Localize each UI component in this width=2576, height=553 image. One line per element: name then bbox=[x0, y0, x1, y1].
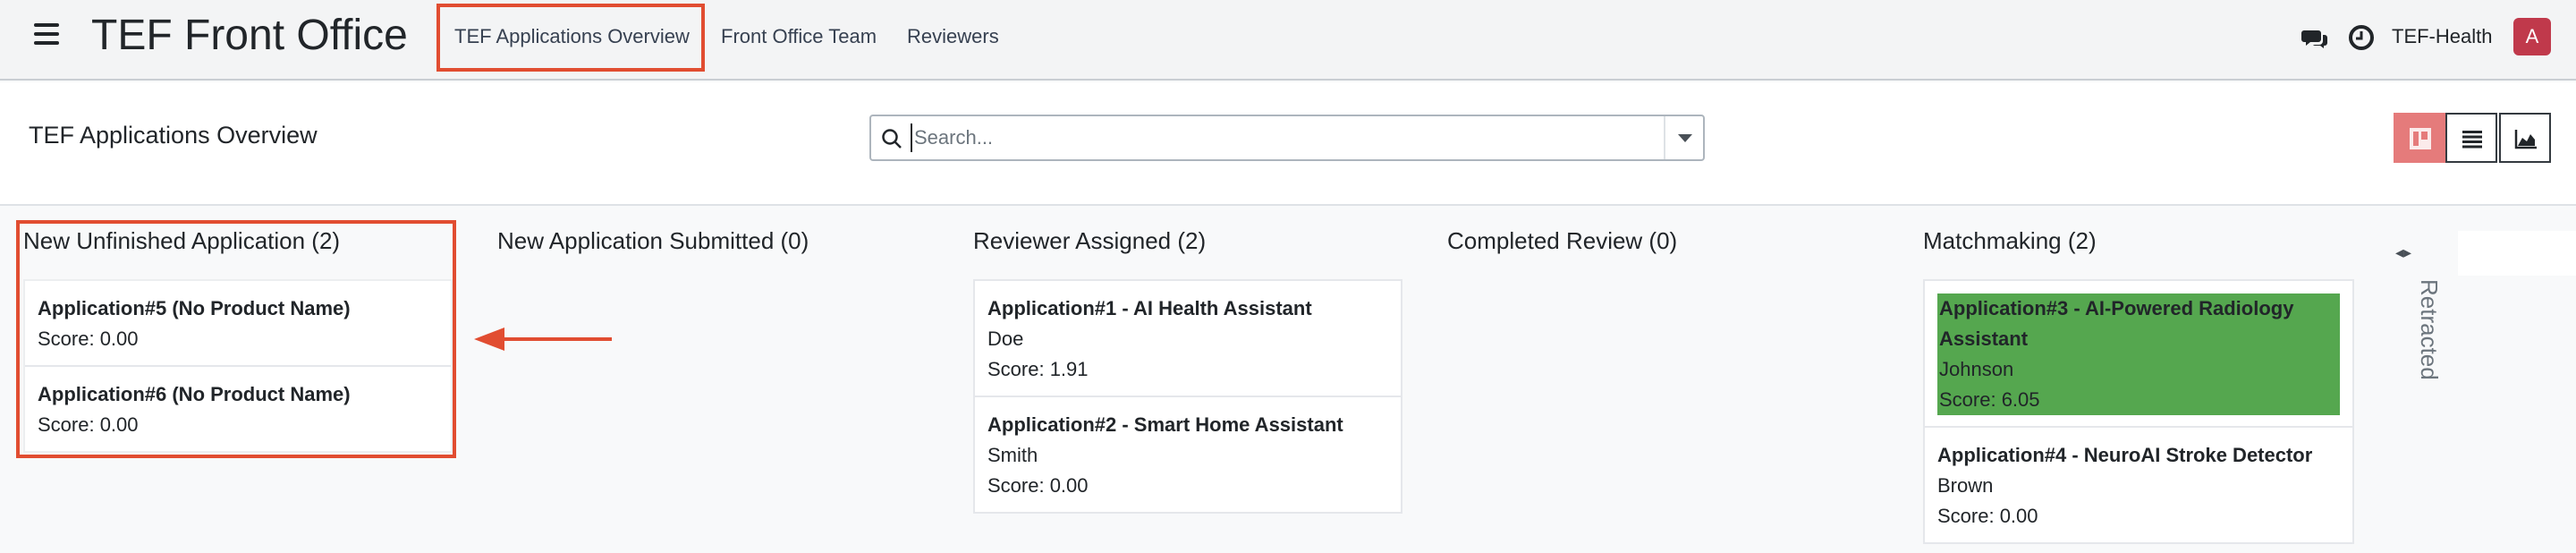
kanban-card-highlighted[interactable]: Application#3 - AI-Powered Radiology Ass… bbox=[1925, 281, 2352, 428]
kanban-card[interactable]: Application#1 - AI Health Assistant Doe … bbox=[975, 281, 1401, 397]
card-score: Score: 6.05 bbox=[1939, 388, 2040, 411]
card-highlight-background: Application#3 - AI-Powered Radiology Ass… bbox=[1937, 294, 2340, 415]
card-score: Score: 0.00 bbox=[1937, 505, 2038, 527]
card-score: Score: 1.91 bbox=[987, 358, 1089, 380]
card-list: Application#3 - AI-Powered Radiology Ass… bbox=[1923, 279, 2354, 544]
clock-icon[interactable] bbox=[2347, 23, 2376, 52]
card-reviewer: Brown bbox=[1937, 474, 1994, 497]
page-title: TEF Applications Overview bbox=[29, 122, 318, 149]
annotation-highlight-box-nav bbox=[436, 4, 705, 72]
column-header[interactable]: New Application Submitted (0) bbox=[497, 227, 809, 255]
annotation-arrow-icon bbox=[474, 328, 612, 351]
card-title: Application#4 - NeuroAI Stroke Detector bbox=[1937, 444, 2313, 466]
search-box bbox=[869, 115, 1705, 161]
expand-column-icon[interactable]: ◂▸ bbox=[2395, 243, 2411, 262]
list-icon bbox=[2462, 131, 2482, 149]
control-panel: TEF Applications Overview bbox=[0, 82, 2576, 206]
search-options-dropdown[interactable] bbox=[1664, 116, 1703, 159]
card-reviewer: Doe bbox=[987, 328, 1024, 350]
company-name[interactable]: TEF-Health bbox=[2392, 25, 2492, 48]
area-chart-icon bbox=[2514, 130, 2537, 149]
menu-icon[interactable] bbox=[34, 23, 59, 45]
card-title: Application#3 - AI-Powered Radiology Ass… bbox=[1939, 297, 2294, 350]
kanban-view-button[interactable] bbox=[2394, 113, 2445, 163]
nav-item-front-office-team[interactable]: Front Office Team bbox=[721, 25, 877, 48]
chat-icon[interactable] bbox=[2301, 23, 2329, 52]
annotation-highlight-box-column bbox=[16, 220, 456, 458]
column-header[interactable]: Completed Review (0) bbox=[1447, 227, 1677, 255]
top-navbar: TEF Front Office TEF Applications Overvi… bbox=[0, 0, 2576, 81]
graph-view-button[interactable] bbox=[2499, 113, 2551, 163]
avatar[interactable]: A bbox=[2513, 18, 2551, 55]
nav-item-reviewers[interactable]: Reviewers bbox=[907, 25, 999, 48]
search-icon bbox=[880, 127, 903, 150]
card-reviewer: Johnson bbox=[1939, 358, 2014, 380]
kanban-next-column-stub bbox=[2458, 231, 2576, 276]
column-header[interactable]: Matchmaking (2) bbox=[1923, 227, 2097, 255]
card-title: Application#1 - AI Health Assistant bbox=[987, 297, 1312, 319]
search-input[interactable] bbox=[911, 123, 1626, 152]
app-title: TEF Front Office bbox=[91, 12, 408, 59]
card-title: Application#2 - Smart Home Assistant bbox=[987, 413, 1343, 436]
kanban-column-retracted-folded[interactable]: Retracted bbox=[2415, 279, 2443, 380]
list-view-button[interactable] bbox=[2445, 113, 2497, 163]
card-list: Application#1 - AI Health Assistant Doe … bbox=[973, 279, 1402, 514]
kanban-icon bbox=[2410, 128, 2431, 149]
column-header[interactable]: Reviewer Assigned (2) bbox=[973, 227, 1206, 255]
card-reviewer: Smith bbox=[987, 444, 1038, 466]
kanban-card[interactable]: Application#4 - NeuroAI Stroke Detector … bbox=[1925, 428, 2352, 542]
kanban-card[interactable]: Application#2 - Smart Home Assistant Smi… bbox=[975, 397, 1401, 512]
card-score: Score: 0.00 bbox=[987, 474, 1089, 497]
